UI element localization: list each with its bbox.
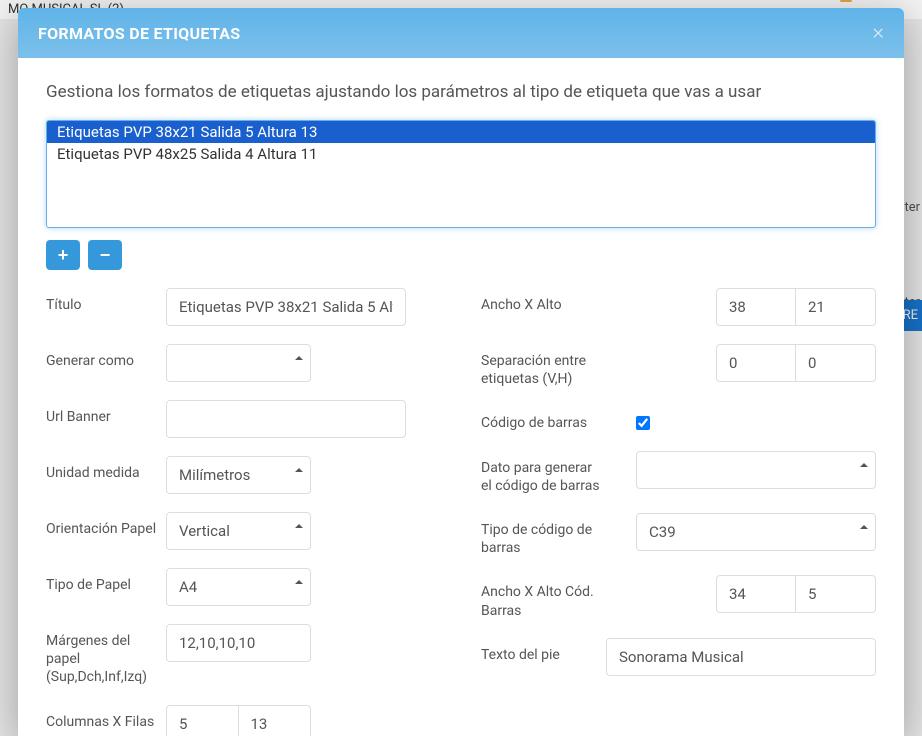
- margenes-input[interactable]: [166, 624, 311, 662]
- url-banner-input[interactable]: [166, 400, 406, 438]
- cb-alto-input[interactable]: [796, 575, 876, 613]
- form-column-left: Título Generar como Url Banner: [46, 288, 441, 736]
- ancho-input[interactable]: [716, 288, 796, 326]
- label-dato-codigo: Dato para generar el código de barras: [481, 451, 601, 495]
- label-margenes: Márgenes del papel (Sup,Dch,Inf,Izq): [46, 624, 166, 687]
- label-tipo-papel: Tipo de Papel: [46, 568, 166, 594]
- orientacion-select[interactable]: Vertical: [166, 512, 311, 550]
- list-item[interactable]: Etiquetas PVP 38x21 Salida 5 Altura 13: [47, 121, 875, 143]
- label-unidad-medida: Unidad medida: [46, 456, 166, 482]
- modal-header: FORMATOS DE ETIQUETAS ×: [18, 8, 904, 58]
- label-codigo-barras: Código de barras: [481, 406, 601, 432]
- modal-formatos-etiquetas: FORMATOS DE ETIQUETAS × Gestiona los for…: [18, 8, 904, 736]
- tipo-codigo-select[interactable]: C39: [636, 513, 876, 551]
- separacion-v-input[interactable]: [716, 344, 796, 382]
- label-texto-pie: Texto del pie: [481, 638, 601, 664]
- tipo-papel-select[interactable]: A4: [166, 568, 311, 606]
- label-titulo: Título: [46, 288, 166, 314]
- label-columnas-filas: Columnas X Filas: [46, 705, 166, 731]
- separacion-h-input[interactable]: [796, 344, 876, 382]
- columnas-input[interactable]: [166, 705, 239, 736]
- plus-icon: +: [58, 245, 69, 266]
- texto-pie-input[interactable]: [606, 638, 876, 676]
- remove-button[interactable]: −: [88, 240, 122, 270]
- generar-como-select[interactable]: [166, 344, 311, 382]
- minus-icon: −: [100, 245, 111, 266]
- label-ancho-alto-cb: Ancho X Alto Cód. Barras: [481, 575, 601, 619]
- label-generar-como: Generar como: [46, 344, 166, 370]
- modal-description: Gestiona los formatos de etiquetas ajust…: [46, 82, 876, 102]
- titulo-input[interactable]: [166, 288, 406, 326]
- alto-input[interactable]: [796, 288, 876, 326]
- unidad-medida-select[interactable]: Milímetros: [166, 456, 311, 494]
- form-column-right: Ancho X Alto Separación entre etiquetas …: [481, 288, 876, 736]
- add-button[interactable]: +: [46, 240, 80, 270]
- codigo-barras-checkbox[interactable]: [636, 416, 650, 430]
- dato-codigo-select[interactable]: [636, 451, 876, 489]
- filas-input[interactable]: [239, 705, 312, 736]
- label-ancho-alto: Ancho X Alto: [481, 288, 601, 314]
- list-item[interactable]: Etiquetas PVP 48x25 Salida 4 Altura 11: [47, 143, 875, 165]
- label-url-banner: Url Banner: [46, 400, 166, 426]
- label-orientacion: Orientación Papel: [46, 512, 166, 538]
- label-tipo-codigo: Tipo de código de barras: [481, 513, 601, 557]
- form-columns: Título Generar como Url Banner: [46, 288, 876, 736]
- modal-title: FORMATOS DE ETIQUETAS: [38, 24, 240, 43]
- listbox-actions: + −: [46, 240, 876, 270]
- formats-listbox[interactable]: Etiquetas PVP 38x21 Salida 5 Altura 13 E…: [46, 120, 876, 228]
- cb-ancho-input[interactable]: [716, 575, 796, 613]
- label-separacion: Separación entre etiquetas (V,H): [481, 344, 601, 388]
- modal-body: Gestiona los formatos de etiquetas ajust…: [18, 58, 904, 736]
- close-icon[interactable]: ×: [872, 22, 884, 44]
